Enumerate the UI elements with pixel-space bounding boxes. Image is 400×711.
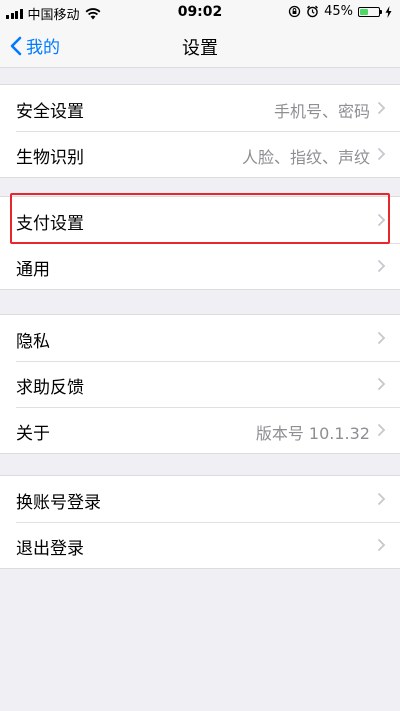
chevron-right-icon (377, 331, 386, 345)
chevron-right-icon (377, 492, 386, 506)
version-value: 版本号 10.1.32 (255, 424, 370, 443)
rotation-lock-icon (288, 5, 301, 18)
settings-row-security[interactable]: 安全设置 手机号、密码 (0, 85, 400, 131)
chevron-right-icon (377, 147, 386, 161)
settings-row-feedback[interactable]: 求助反馈 (0, 361, 400, 407)
settings-group-session: 换账号登录 退出登录 (0, 475, 400, 569)
settings-row-biometrics[interactable]: 生物识别 人脸、指纹、声纹 (0, 131, 400, 177)
settings-screen: 中国移动 09:02 45% 我的 设置 安全设置 手机号、密码 生物识别 人脸… (0, 0, 400, 711)
chevron-right-icon (377, 101, 386, 115)
settings-row-privacy[interactable]: 隐私 (0, 315, 400, 361)
chevron-right-icon (377, 213, 386, 227)
battery-level-fill (360, 8, 369, 15)
charging-icon (385, 5, 392, 18)
row-value: 人脸、指纹、声纹 (241, 148, 370, 167)
row-label: 关于 (16, 424, 50, 444)
row-label: 安全设置 (16, 102, 84, 122)
row-label: 通用 (16, 260, 50, 280)
settings-row-logout[interactable]: 退出登录 (0, 522, 400, 568)
settings-group-account: 安全设置 手机号、密码 生物识别 人脸、指纹、声纹 (0, 84, 400, 178)
status-bar: 中国移动 09:02 45% (0, 0, 400, 24)
chevron-right-icon (377, 377, 386, 391)
row-label: 换账号登录 (16, 493, 101, 513)
settings-group-support: 隐私 求助反馈 关于 版本号 10.1.32 (0, 314, 400, 454)
navigation-bar: 我的 设置 (0, 24, 400, 68)
status-right: 45% (288, 4, 392, 19)
alarm-icon (307, 5, 319, 18)
chevron-right-icon (377, 259, 386, 273)
chevron-right-icon (377, 423, 386, 437)
row-label: 隐私 (16, 332, 50, 352)
row-label: 求助反馈 (16, 378, 84, 398)
chevron-right-icon (377, 538, 386, 552)
settings-row-payment[interactable]: 支付设置 (0, 197, 400, 243)
settings-row-general[interactable]: 通用 (0, 243, 400, 289)
settings-group-payment: 支付设置 通用 (0, 196, 400, 290)
row-label: 退出登录 (16, 539, 84, 559)
row-label: 支付设置 (16, 214, 84, 234)
row-label: 生物识别 (16, 148, 84, 168)
page-title: 设置 (182, 38, 218, 59)
battery-percent: 45% (324, 4, 353, 19)
settings-row-about[interactable]: 关于 版本号 10.1.32 (0, 407, 400, 453)
battery-icon (358, 6, 382, 17)
row-value: 手机号、密码 (273, 102, 370, 121)
settings-row-switch-account[interactable]: 换账号登录 (0, 476, 400, 522)
